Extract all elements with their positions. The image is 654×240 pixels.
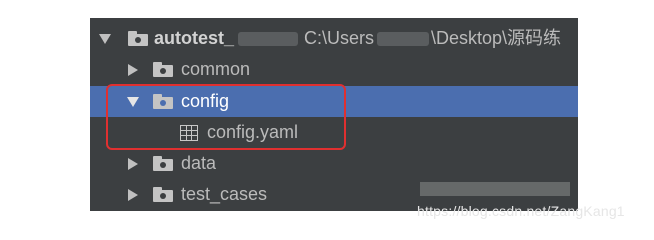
watermark-text: https://blog.csdn.net/ZangKang1 — [417, 203, 625, 219]
highlight-box — [106, 84, 346, 150]
chevron-right-icon[interactable] — [126, 54, 140, 85]
tree-item-common[interactable]: common — [90, 54, 578, 85]
tree-item-label: common — [181, 59, 251, 79]
folder-icon — [153, 187, 173, 202]
tree-row-root[interactable]: autotest_ C:\Users \Desktop\源码练 — [90, 23, 578, 54]
chevron-right-icon[interactable] — [126, 179, 140, 210]
tree-item-label: test_cases — [181, 184, 268, 204]
root-path-suffix: \Desktop\源码练 — [431, 28, 562, 48]
folder-icon — [128, 31, 148, 46]
root-folder-name: autotest_ — [154, 28, 235, 48]
tree-item-label: data — [181, 153, 217, 173]
chevron-right-icon[interactable] — [126, 148, 140, 179]
redacted-text — [238, 32, 298, 46]
redacted-text — [420, 182, 570, 196]
folder-icon — [153, 62, 173, 77]
root-path-prefix: C:\Users — [304, 28, 375, 48]
tree-item-data[interactable]: data — [90, 148, 578, 179]
folder-icon — [153, 156, 173, 171]
chevron-down-icon[interactable] — [98, 23, 112, 54]
redacted-text — [377, 32, 429, 46]
